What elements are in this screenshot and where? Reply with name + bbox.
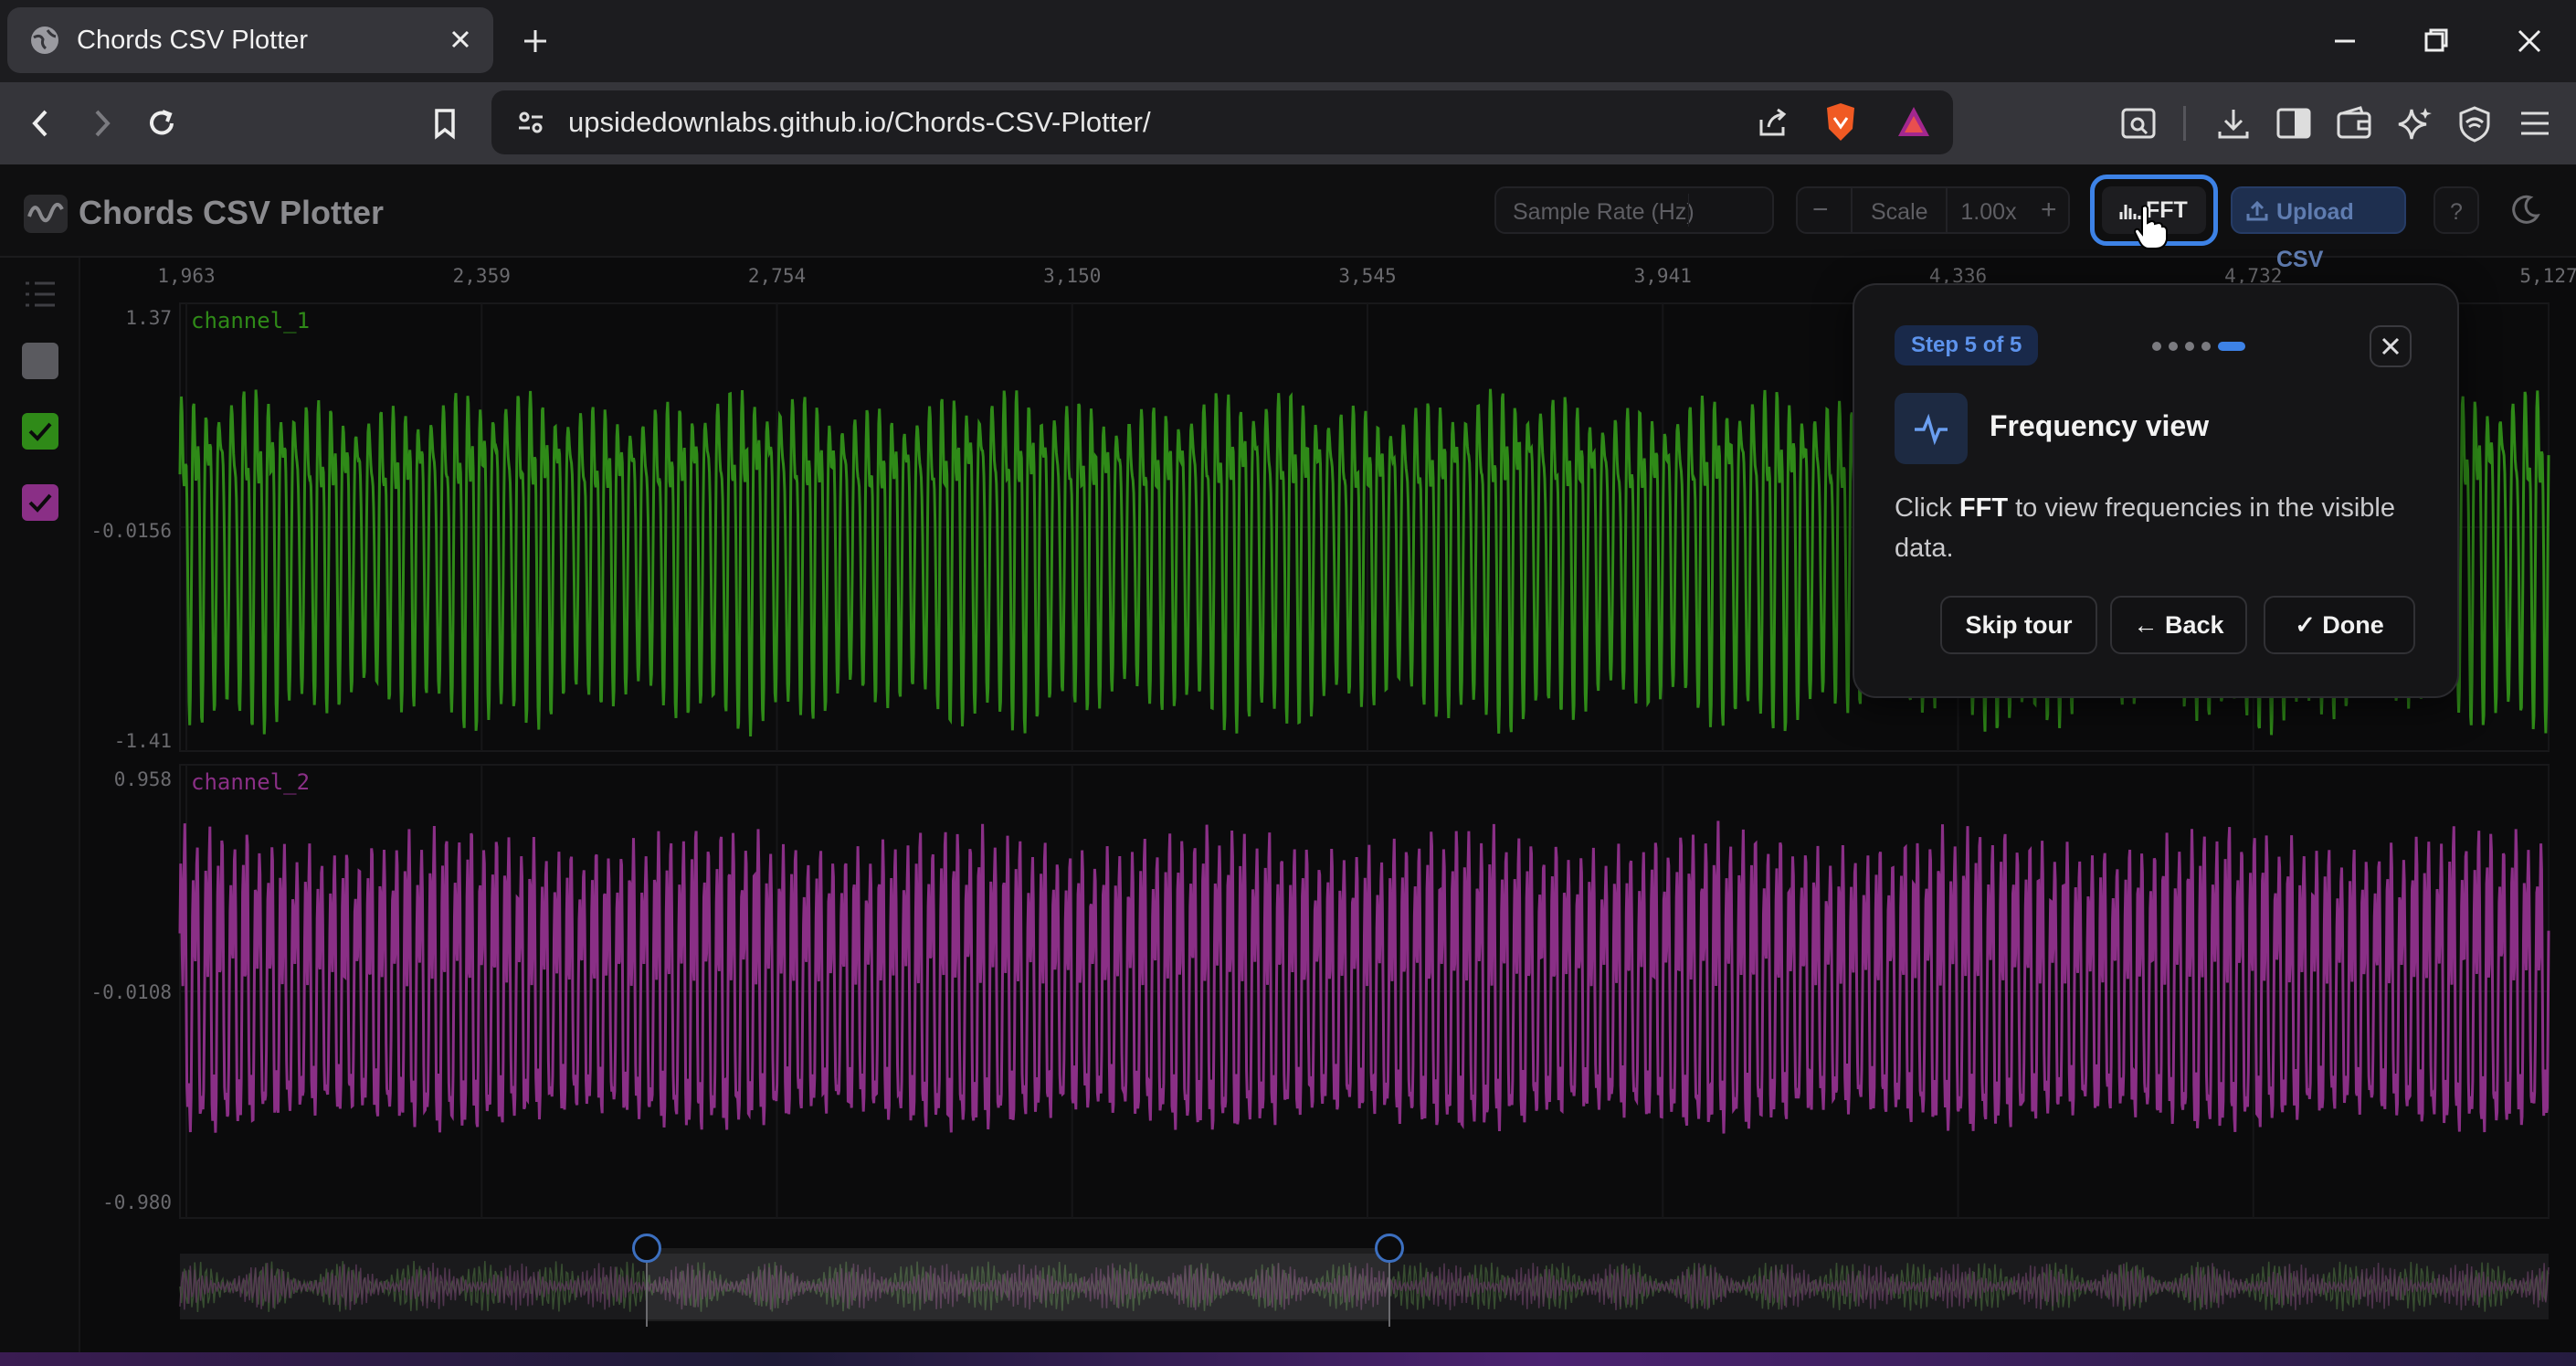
tour-body: Click FFT to view frequencies in the vis… — [1895, 488, 2424, 568]
ch1-y-mid-label: -0.0156 — [90, 520, 172, 542]
ch2-y-mid-label: -0.0108 — [90, 981, 172, 1003]
tour-body-bold: FFT — [1958, 493, 2009, 523]
tour-step-badge: Step 5 of 5 — [1895, 325, 2039, 365]
x-tick-label: 2,754 — [747, 265, 807, 287]
x-tick-label: 1,963 — [157, 265, 216, 287]
tour-body-pre: Click — [1895, 493, 1959, 523]
x-tick-label: 3,150 — [1043, 265, 1102, 287]
channel-2-trace — [178, 821, 2550, 1134]
x-tick-label: 2,359 — [452, 265, 511, 287]
skip-tour-button[interactable]: Skip tour — [1940, 596, 2097, 654]
tour-title: Frequency view — [1990, 409, 2210, 442]
tour-progress-dot-active — [2218, 342, 2245, 351]
tour-progress-dot — [2185, 342, 2194, 351]
x-tick-label: 5,127 — [2519, 265, 2576, 287]
tour-progress-dot — [2201, 342, 2211, 351]
ch2-y-min-label: -0.980 — [102, 1191, 172, 1213]
hand-cursor-icon — [2132, 203, 2169, 250]
ch1-y-max-label: 1.37 — [125, 307, 172, 329]
range-start-handle[interactable] — [632, 1234, 661, 1263]
channel-1-label: channel_1 — [191, 308, 311, 334]
tour-progress-dot — [2169, 342, 2178, 351]
ch1-y-min-label: -1.41 — [113, 730, 172, 752]
tour-close-icon[interactable] — [2370, 325, 2412, 367]
back-button[interactable]: ← Back — [2110, 596, 2247, 654]
desktop-strip — [0, 1352, 2576, 1366]
channel-2-label: channel_2 — [191, 769, 311, 795]
tour-popup: Step 5 of 5 Frequency view Click FFT to … — [1853, 283, 2459, 698]
tour-progress-dot — [2152, 342, 2161, 351]
done-button[interactable]: ✓ Done — [2264, 596, 2415, 654]
x-tick-label: 3,941 — [1633, 265, 1692, 287]
range-end-handle[interactable] — [1375, 1234, 1404, 1263]
pulse-icon — [1895, 393, 1968, 464]
navigator-selection — [647, 1248, 1389, 1321]
ch2-y-max-label: 0.958 — [113, 768, 172, 790]
x-tick-label: 3,545 — [1338, 265, 1397, 287]
